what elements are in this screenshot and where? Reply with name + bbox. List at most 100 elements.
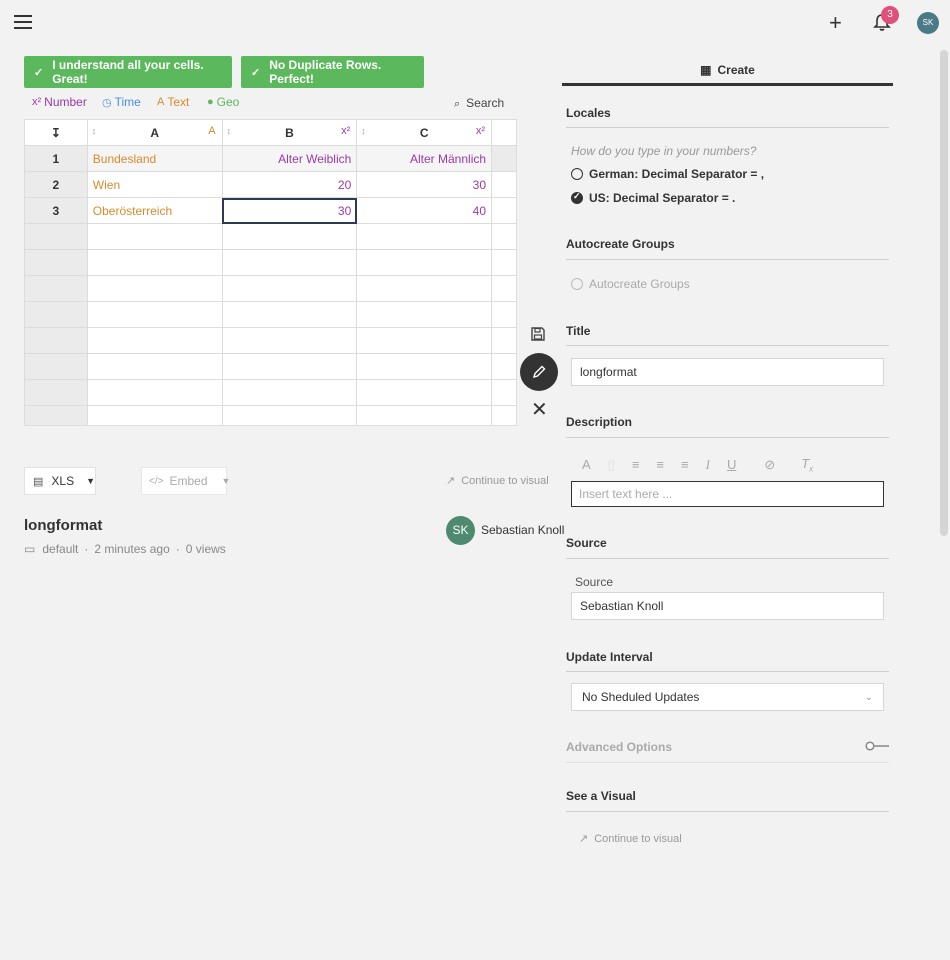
empty-row	[24, 301, 517, 328]
data-grid[interactable]: ↧ ↕ A A ↕ B x² ↕ C x² 1 Bundesland Alter…	[24, 119, 517, 426]
italic-icon[interactable]: I	[706, 457, 710, 473]
empty-cell[interactable]	[356, 275, 493, 302]
hamburger-menu-icon[interactable]	[14, 15, 32, 29]
radio-checked-icon[interactable]	[571, 191, 583, 204]
author-name[interactable]: Sebastian Knoll	[481, 523, 564, 537]
row-number[interactable]: 2	[24, 171, 88, 198]
align-center-icon[interactable]: ≡	[656, 457, 664, 472]
empty-cell[interactable]	[356, 379, 493, 406]
add-icon[interactable]: +	[829, 12, 842, 34]
clear-format-icon[interactable]: Tx	[801, 456, 813, 474]
link-icon[interactable]: ⊘	[764, 457, 775, 473]
table-cell[interactable]: Alter Männlich	[356, 145, 493, 172]
row-number[interactable]	[24, 249, 88, 276]
text-type-icon[interactable]: A	[208, 125, 215, 137]
radio-disabled-icon[interactable]	[571, 278, 583, 290]
empty-cell[interactable]	[356, 405, 493, 425]
empty-cell[interactable]	[221, 405, 358, 425]
advanced-options-toggle[interactable]	[865, 741, 889, 751]
folder-link[interactable]: default	[42, 542, 78, 556]
update-interval-select[interactable]: No Sheduled Updates ⌄	[571, 683, 884, 711]
empty-cell[interactable]	[86, 353, 223, 380]
row-number[interactable]	[24, 223, 88, 250]
highlight-icon[interactable]: ▯	[608, 457, 615, 473]
underline-icon[interactable]: U	[727, 457, 736, 472]
number-type-icon[interactable]: x²	[476, 125, 485, 137]
column-header-c[interactable]: ↕ C x²	[356, 119, 493, 146]
export-format-select[interactable]: ▤ XLS ▼	[24, 467, 96, 495]
table-cell[interactable]: 30	[356, 171, 493, 198]
empty-cell[interactable]	[86, 327, 223, 354]
empty-cell[interactable]	[86, 405, 223, 425]
empty-cell[interactable]	[356, 353, 493, 380]
column-header-b[interactable]: ↕ B x²	[221, 119, 358, 146]
embed-button[interactable]: </> Embed ▼	[141, 467, 230, 495]
table-cell[interactable]: 20	[221, 171, 358, 198]
continue-to-visual-link[interactable]: ↗ Continue to visual	[446, 474, 549, 487]
number-type-icon[interactable]: x²	[341, 125, 350, 137]
radio-unchecked-icon[interactable]	[571, 168, 583, 180]
continue-to-visual-link[interactable]: ↗ Continue to visual	[579, 832, 682, 845]
source-input[interactable]: Sebastian Knoll	[571, 592, 884, 620]
row-number[interactable]	[24, 275, 88, 302]
user-avatar[interactable]: SK	[917, 12, 939, 34]
tab-create[interactable]: ▦ Create	[562, 56, 893, 86]
empty-cell[interactable]	[86, 275, 223, 302]
search-icon: ⌕	[454, 98, 461, 110]
table-cell[interactable]: 40	[356, 197, 493, 224]
empty-cell[interactable]	[86, 379, 223, 406]
empty-cell[interactable]	[86, 223, 223, 250]
locale-german-option[interactable]: German: Decimal Separator = ,	[571, 167, 764, 181]
empty-cell[interactable]	[356, 223, 493, 250]
empty-cell[interactable]	[356, 327, 493, 354]
rows-validation-badge: ✓ No Duplicate Rows. Perfect!	[241, 56, 424, 88]
align-right-icon[interactable]: ≡	[681, 457, 689, 472]
table-cell[interactable]: Oberösterreich	[86, 197, 223, 224]
description-heading: Description	[566, 415, 633, 429]
font-color-icon[interactable]: A	[582, 457, 591, 472]
empty-cell[interactable]	[221, 301, 358, 328]
table-cell[interactable]: Wien	[86, 171, 223, 198]
autocreate-option[interactable]: Autocreate Groups	[571, 277, 690, 291]
empty-cell[interactable]	[221, 379, 358, 406]
empty-row	[24, 223, 517, 250]
table-cell[interactable]: Bundesland	[86, 145, 223, 172]
empty-cell	[491, 145, 517, 172]
row-number[interactable]	[24, 379, 88, 406]
row-number[interactable]	[24, 301, 88, 328]
column-header-a[interactable]: ↕ A A	[86, 119, 223, 146]
locale-us-option[interactable]: US: Decimal Separator = .	[571, 191, 735, 205]
sort-corner[interactable]: ↧	[24, 119, 88, 146]
empty-cell[interactable]	[221, 327, 358, 354]
empty-cell[interactable]	[356, 301, 493, 328]
selected-cell[interactable]: 30	[221, 197, 358, 224]
empty-cell[interactable]	[221, 353, 358, 380]
empty-cell[interactable]	[86, 301, 223, 328]
search-button[interactable]: ⌕ Search	[454, 96, 504, 111]
description-editor[interactable]: Insert text here ...	[571, 481, 884, 507]
save-icon[interactable]	[530, 326, 546, 342]
row-number[interactable]: 3	[24, 197, 88, 224]
empty-cell[interactable]	[221, 249, 358, 276]
empty-cell	[491, 119, 517, 146]
empty-row	[24, 275, 517, 302]
row-number[interactable]	[24, 353, 88, 380]
title-input[interactable]: longformat	[571, 358, 884, 386]
align-left-icon[interactable]: ≡	[632, 457, 640, 472]
empty-cell[interactable]	[221, 223, 358, 250]
author-avatar[interactable]: SK	[446, 516, 475, 545]
sort-icon[interactable]: ↕	[361, 126, 366, 136]
scrollbar[interactable]	[940, 50, 948, 536]
row-number[interactable]	[24, 405, 88, 425]
type-legend-text: A Text	[157, 95, 190, 109]
row-number[interactable]	[24, 327, 88, 354]
empty-cell[interactable]	[86, 249, 223, 276]
sort-icon[interactable]: ↕	[92, 126, 97, 136]
sort-icon[interactable]: ↕	[227, 126, 232, 136]
empty-cell[interactable]	[221, 275, 358, 302]
empty-cell[interactable]	[356, 249, 493, 276]
table-cell[interactable]: Alter Weiblich	[221, 145, 358, 172]
row-number[interactable]: 1	[24, 145, 88, 172]
close-icon[interactable]: ✕	[531, 400, 548, 420]
edit-button[interactable]	[520, 353, 558, 391]
